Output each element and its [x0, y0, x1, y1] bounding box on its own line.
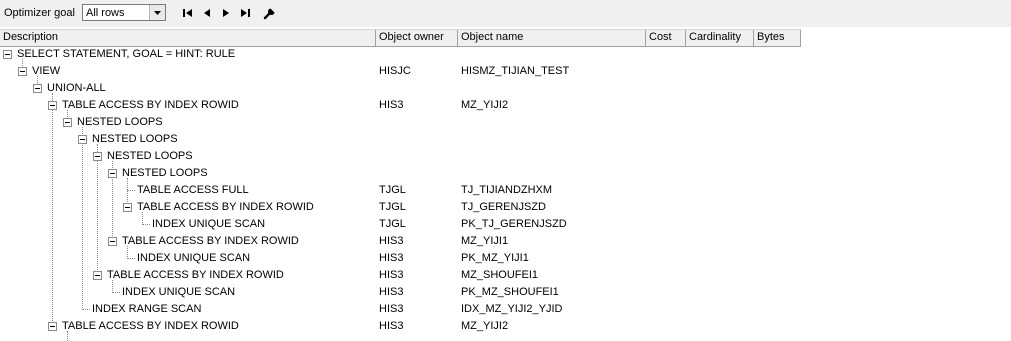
row-object-name: PK_MZ_YIJI1 [461, 252, 529, 264]
row-object-owner: TJGL [379, 184, 406, 196]
toolbar: Optimizer goal All rows [0, 0, 1011, 27]
row-object-name: MZ_YIJI2 [461, 99, 509, 111]
row-description: INDEX UNIQUE SCAN [137, 252, 251, 264]
column-description[interactable]: Description [0, 30, 376, 46]
row-object-owner: TJGL [379, 201, 406, 213]
column-header: Description Object owner Object name Cos… [0, 29, 801, 47]
row-object-owner: HIS3 [379, 235, 404, 247]
collapse-toggle-icon[interactable] [108, 169, 117, 178]
collapse-toggle-icon[interactable] [18, 67, 27, 76]
row-description: TABLE ACCESS FULL [137, 184, 249, 196]
optimizer-goal-label: Optimizer goal [4, 7, 75, 19]
optimizer-goal-select[interactable]: All rows [82, 4, 166, 21]
plan-row[interactable]: TABLE ACCESS BY INDEX ROWID HIS3 MZ_YIJI2 [0, 318, 1011, 335]
chevron-down-icon[interactable] [149, 5, 165, 20]
plan-tree: SELECT STATEMENT, GOAL = HINT: RULE VIEW H… [0, 46, 1011, 341]
row-object-owner: HIS3 [379, 252, 404, 264]
row-description: NESTED LOOPS [92, 133, 178, 145]
collapse-toggle-icon[interactable] [63, 118, 72, 127]
tree-branch-line [127, 258, 135, 259]
row-object-owner: HISJC [379, 65, 411, 77]
row-object-name: HISMZ_TIJIAN_TEST [461, 65, 570, 77]
collapse-toggle-icon[interactable] [48, 101, 57, 110]
plan-row[interactable]: NESTED LOOPS [0, 131, 1011, 148]
column-bytes[interactable]: Bytes [754, 30, 801, 46]
plan-row[interactable]: SELECT STATEMENT, GOAL = HINT: RULE [0, 46, 1011, 63]
column-cardinality[interactable]: Cardinality [686, 30, 754, 46]
row-description: NESTED LOOPS [77, 116, 163, 128]
tree-branch-line [127, 190, 135, 191]
row-object-owner: HIS3 [379, 286, 404, 298]
row-object-owner: TJGL [379, 218, 406, 230]
row-object-owner: HIS3 [379, 269, 404, 281]
column-object-owner[interactable]: Object owner [376, 30, 458, 46]
plan-row[interactable]: UNION-ALL [0, 80, 1011, 97]
wrench-icon[interactable] [262, 5, 278, 21]
row-description: VIEW [32, 65, 61, 77]
plan-row[interactable]: TABLE ACCESS BY INDEX ROWID HIS3 MZ_YIJI2 [0, 97, 1011, 114]
tree-branch-line [112, 292, 120, 293]
row-description: TABLE ACCESS BY INDEX ROWID [62, 99, 239, 111]
plan-row[interactable]: NESTED LOOPS [0, 148, 1011, 165]
plan-row[interactable]: TABLE ACCESS BY INDEX ROWID HIS3 MZ_SHOUFE… [0, 267, 1011, 284]
plan-row[interactable]: INDEX RANGE SCAN HIS3 IDX_MZ_YIJI2_YJID [0, 301, 1011, 318]
row-object-owner: HIS3 [379, 99, 404, 111]
row-description: UNION-ALL [47, 82, 106, 94]
collapse-toggle-icon[interactable] [93, 152, 102, 161]
first-icon[interactable] [180, 5, 196, 21]
plan-row[interactable]: TABLE ACCESS BY INDEX ROWID TJGL TJ_GERENJ… [0, 199, 1011, 216]
row-description: INDEX RANGE SCAN [92, 303, 202, 315]
row-object-name: IDX_MZ_YIJI2_YJID [461, 303, 563, 315]
row-description: TABLE ACCESS BY INDEX ROWID [137, 201, 314, 213]
collapse-toggle-icon[interactable] [108, 237, 117, 246]
row-description: SELECT STATEMENT, GOAL = HINT: RULE [17, 48, 236, 60]
collapse-toggle-icon[interactable] [78, 135, 87, 144]
row-object-name: PK_MZ_SHOUFEI1 [461, 286, 559, 298]
plan-row[interactable]: TABLE ACCESS FULL TJGL TJ_TIJIANDZHXM [0, 182, 1011, 199]
row-object-owner: HIS3 [379, 320, 404, 332]
tree-branch-line [142, 224, 150, 225]
plan-row[interactable]: NESTED LOOPS [0, 165, 1011, 182]
row-object-name: TJ_TIJIANDZHXM [461, 184, 553, 196]
plan-row[interactable]: INDEX UNIQUE SCAN TJGL PK_TJ_GERENJSZD [0, 216, 1011, 233]
tree-branch-line [82, 309, 90, 310]
plan-row[interactable]: TABLE ACCESS BY INDEX ROWID HIS3 MZ_YIJI1 [0, 233, 1011, 250]
plan-row[interactable]: INDEX UNIQUE SCAN HIS3 PK_MZ_YIJI1 [0, 250, 1011, 267]
plan-row[interactable]: VIEW HISJC HISMZ_TIJIAN_TEST [0, 63, 1011, 80]
collapse-toggle-icon[interactable] [33, 84, 42, 93]
plan-row[interactable]: INDEX UNIQUE SCAN HIS3 PK_MZ_SHOUFEI1 [0, 284, 1011, 301]
row-description: TABLE ACCESS BY INDEX ROWID [122, 235, 299, 247]
column-object-name[interactable]: Object name [458, 30, 646, 46]
row-description: TABLE ACCESS BY INDEX ROWID [62, 320, 239, 332]
row-object-name: MZ_YIJI1 [461, 235, 509, 247]
collapse-toggle-icon[interactable] [123, 203, 132, 212]
last-icon[interactable] [237, 5, 253, 21]
row-object-name: MZ_YIJI2 [461, 320, 509, 332]
row-description: INDEX UNIQUE SCAN [152, 218, 266, 230]
row-description: TABLE ACCESS BY INDEX ROWID [107, 269, 284, 281]
column-cost[interactable]: Cost [646, 30, 686, 46]
row-object-name: TJ_GERENJSZD [461, 201, 546, 213]
collapse-toggle-icon[interactable] [93, 271, 102, 280]
plan-row[interactable]: NESTED LOOPS [0, 114, 1011, 131]
row-object-owner: HIS3 [379, 303, 404, 315]
row-object-name: MZ_SHOUFEI1 [461, 269, 539, 281]
optimizer-goal-value: All rows [86, 7, 125, 19]
row-description: NESTED LOOPS [122, 167, 208, 179]
row-object-name: PK_TJ_GERENJSZD [461, 218, 567, 230]
row-description: NESTED LOOPS [107, 150, 193, 162]
previous-icon[interactable] [199, 5, 215, 21]
collapse-toggle-icon[interactable] [3, 50, 12, 59]
row-description: INDEX UNIQUE SCAN [122, 286, 236, 298]
next-icon[interactable] [218, 5, 234, 21]
collapse-toggle-icon[interactable] [48, 322, 57, 331]
